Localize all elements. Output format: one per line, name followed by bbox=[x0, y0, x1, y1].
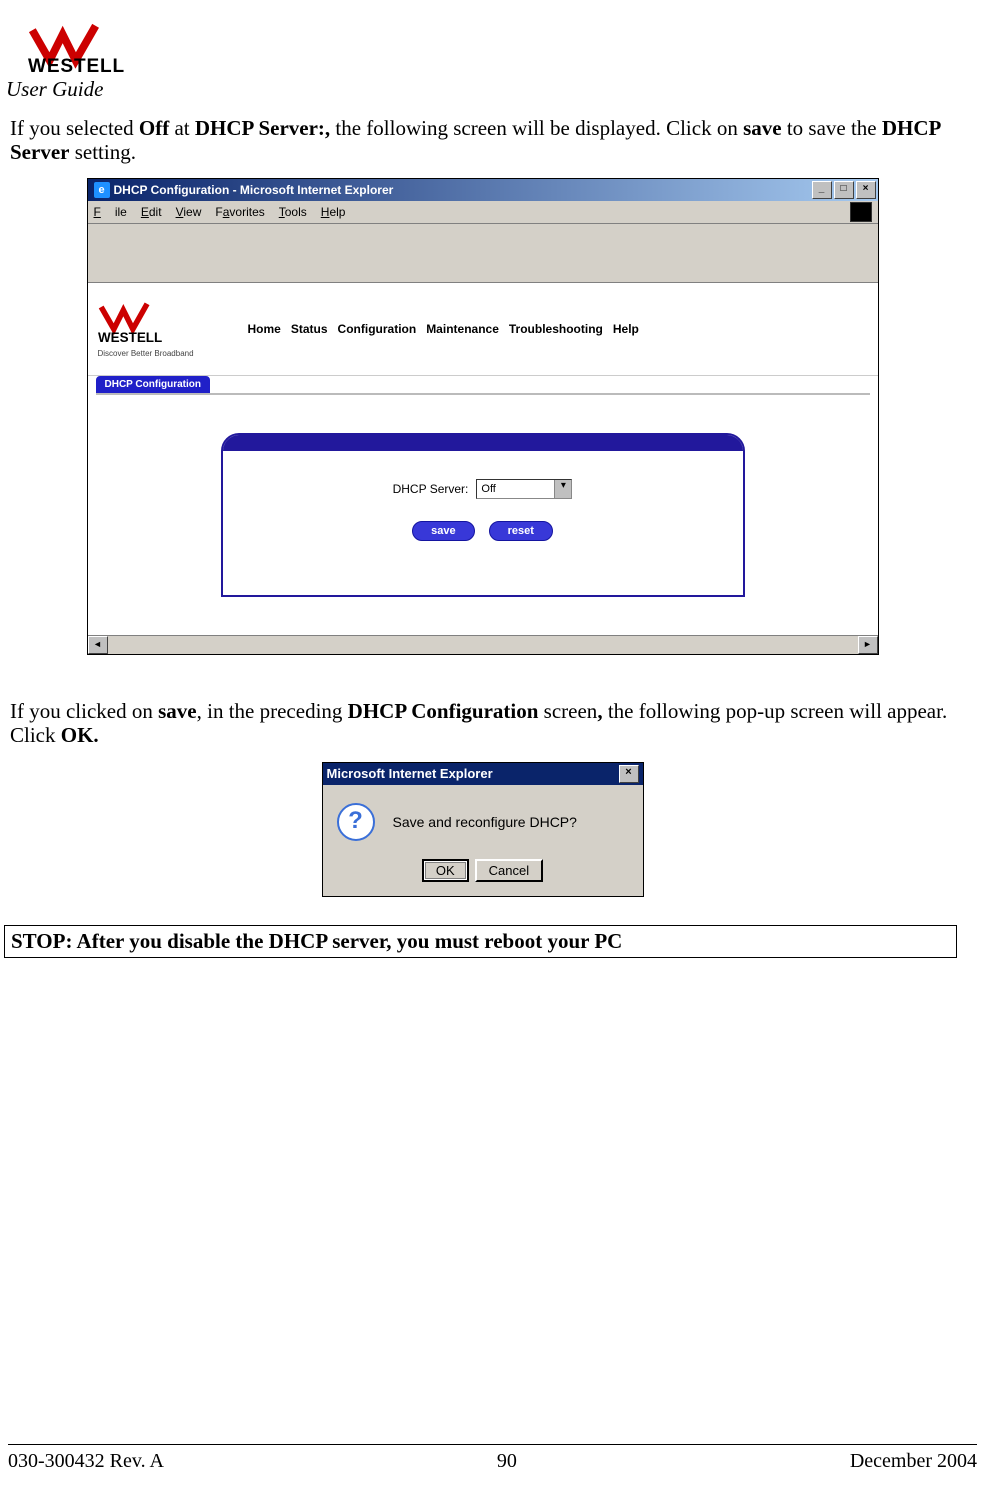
footer-docnum: 030-300432 Rev. A bbox=[8, 1450, 164, 1473]
user-guide-label: User Guide bbox=[0, 77, 965, 102]
page-logo: WESTELL bbox=[0, 20, 965, 75]
footer-date: December 2004 bbox=[850, 1450, 977, 1473]
dhcp-server-label: DHCP Server: bbox=[393, 482, 469, 496]
menu-favorites[interactable]: Favorites bbox=[215, 205, 264, 219]
window-titlebar: e DHCP Configuration - Microsoft Interne… bbox=[88, 179, 878, 201]
menu-help[interactable]: Help bbox=[321, 205, 346, 219]
nav-help[interactable]: Help bbox=[613, 322, 639, 336]
horizontal-scrollbar[interactable]: ◄ ► bbox=[88, 635, 878, 654]
close-button[interactable]: × bbox=[856, 181, 876, 199]
window-title: DHCP Configuration - Microsoft Internet … bbox=[114, 183, 394, 197]
menu-tools[interactable]: Tools bbox=[279, 205, 307, 219]
toolbar bbox=[88, 224, 878, 283]
nav-troubleshooting[interactable]: Troubleshooting bbox=[509, 322, 603, 336]
nav-maintenance[interactable]: Maintenance bbox=[426, 322, 499, 336]
scroll-left-button[interactable]: ◄ bbox=[88, 636, 108, 654]
tagline: Discover Better Broadband bbox=[98, 349, 218, 358]
paragraph-1: If you selected Off at DHCP Server:, the… bbox=[10, 116, 955, 164]
dialog-close-button[interactable]: × bbox=[619, 765, 639, 783]
save-button[interactable]: save bbox=[412, 521, 474, 541]
dialog-message: Save and reconfigure DHCP? bbox=[393, 814, 577, 830]
dhcp-server-select[interactable]: Off bbox=[476, 479, 572, 499]
nav-home[interactable]: Home bbox=[248, 322, 281, 336]
dhcp-config-screenshot: e DHCP Configuration - Microsoft Interne… bbox=[87, 178, 879, 655]
reset-button[interactable]: reset bbox=[489, 521, 553, 541]
page-footer: 030-300432 Rev. A 90 December 2004 bbox=[8, 1450, 977, 1473]
nav-configuration[interactable]: Configuration bbox=[338, 322, 417, 336]
menu-file[interactable]: File bbox=[94, 205, 127, 219]
footer-pagenum: 90 bbox=[497, 1450, 517, 1473]
ie-icon: e bbox=[94, 182, 110, 198]
ok-button[interactable]: OK bbox=[422, 859, 469, 882]
footer-rule bbox=[8, 1444, 977, 1445]
scroll-right-button[interactable]: ► bbox=[858, 636, 878, 654]
stop-notice: STOP: After you disable the DHCP server,… bbox=[4, 925, 957, 958]
nav-links: Home Status Configuration Maintenance Tr… bbox=[248, 322, 639, 336]
svg-text:WESTELL: WESTELL bbox=[98, 330, 162, 345]
nav-status[interactable]: Status bbox=[291, 322, 328, 336]
cancel-button[interactable]: Cancel bbox=[475, 859, 543, 882]
confirm-dialog: Microsoft Internet Explorer × ? Save and… bbox=[322, 762, 644, 897]
dialog-title: Microsoft Internet Explorer bbox=[327, 766, 493, 781]
svg-text:WESTELL: WESTELL bbox=[28, 56, 125, 75]
menu-edit[interactable]: Edit bbox=[141, 205, 162, 219]
question-icon: ? bbox=[337, 803, 375, 841]
minimize-button[interactable]: _ bbox=[812, 181, 832, 199]
tab-dhcp-configuration[interactable]: DHCP Configuration bbox=[96, 376, 210, 393]
westell-inner-logo: WESTELL Discover Better Broadband bbox=[88, 300, 218, 358]
menu-bar: File Edit View Favorites Tools Help bbox=[88, 201, 878, 224]
maximize-button[interactable]: □ bbox=[834, 181, 854, 199]
paragraph-2: If you clicked on save, in the preceding… bbox=[10, 699, 955, 747]
menu-view[interactable]: View bbox=[176, 205, 202, 219]
header-panel: WESTELL Discover Better Broadband Home S… bbox=[88, 283, 878, 376]
throbber-icon bbox=[850, 202, 872, 222]
dialog-titlebar: Microsoft Internet Explorer × bbox=[323, 763, 643, 785]
dhcp-card: DHCP Server: Off save reset bbox=[221, 433, 745, 597]
